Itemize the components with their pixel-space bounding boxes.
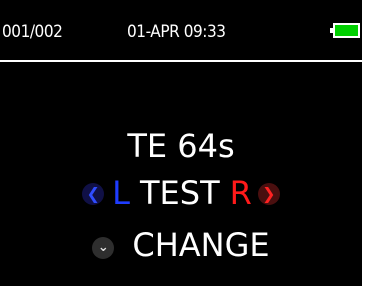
device-screen: 001/002 01-APR 09:33 TE 64s ❮ L TEST R ❯ ⌄ CH… xyxy=(0,0,362,286)
chevron-left-circle-icon[interactable]: ❮ xyxy=(82,183,105,205)
chevron-right-circle-icon[interactable]: ❯ xyxy=(257,183,280,205)
test-time-row: TE 64s xyxy=(0,127,362,165)
record-counter: 001/002 xyxy=(2,22,63,42)
chevron-down-circle-icon[interactable]: ⌄ xyxy=(92,237,115,259)
battery-icon xyxy=(330,23,360,38)
right-ear-label[interactable]: R xyxy=(230,174,252,212)
test-label[interactable]: TEST xyxy=(140,174,220,212)
datetime-display: 01-APR 09:33 xyxy=(127,22,226,42)
status-bar: 001/002 01-APR 09:33 xyxy=(0,0,362,60)
change-label[interactable]: CHANGE xyxy=(132,226,269,264)
header-divider xyxy=(0,60,362,62)
left-ear-label[interactable]: L xyxy=(112,174,130,212)
change-row[interactable]: ⌄ CHANGE xyxy=(0,226,362,264)
test-time-label: TE 64s xyxy=(127,127,235,165)
ear-selector-row: ❮ L TEST R ❯ xyxy=(0,174,362,212)
